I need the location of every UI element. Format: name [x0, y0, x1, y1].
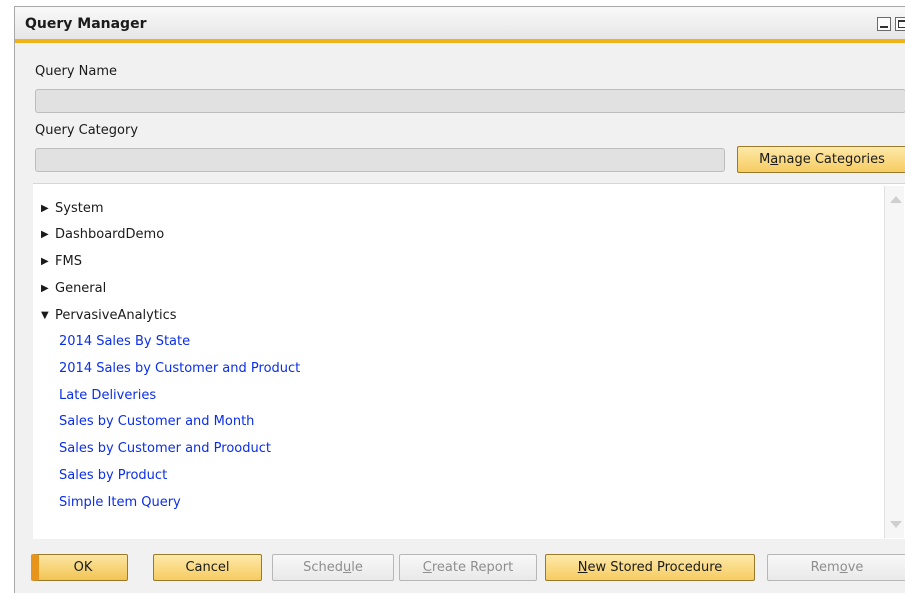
- vertical-scrollbar[interactable]: [884, 186, 904, 538]
- btn-text-key: u: [343, 560, 352, 575]
- minimize-icon[interactable]: [877, 17, 891, 31]
- schedule-button[interactable]: Sched u le: [272, 554, 394, 581]
- query-manager-window: Query Manager Query Name Query Category …: [14, 6, 905, 593]
- manage-categories-button[interactable]: Ma nage Categories: [737, 146, 905, 173]
- query-name-label: Query Name: [35, 64, 117, 79]
- collapsed-arrow-icon[interactable]: ▶: [41, 229, 55, 240]
- tree-category-label: General: [55, 280, 107, 296]
- new-stored-procedure-button[interactable]: New Stored Procedure: [545, 554, 755, 581]
- tree-category-label: DashboardDemo: [55, 227, 165, 243]
- tree-category-system[interactable]: ▶ System: [41, 198, 103, 218]
- tree-query-item[interactable]: 2014 Sales by Customer and Product: [59, 359, 300, 379]
- query-category-label: Query Category: [35, 123, 139, 138]
- cancel-button[interactable]: Cancel: [153, 554, 262, 581]
- window-title: Query Manager: [25, 16, 147, 32]
- tree-category-fms[interactable]: ▶ FMS: [41, 252, 82, 272]
- scroll-down-icon[interactable]: [890, 521, 902, 528]
- tree-query-item[interactable]: Sales by Product: [59, 466, 167, 486]
- ok-button[interactable]: OK: [31, 554, 128, 581]
- query-tree: ▶ System ▶ DashboardDemo ▶ FMS ▶ General ▼ Pervas…: [33, 183, 905, 539]
- tree-query-item[interactable]: Sales by Customer and Month: [59, 412, 254, 432]
- tree-category-pervasiveanalytics[interactable]: ▼ PervasiveAnalytics: [41, 305, 177, 325]
- expanded-arrow-icon[interactable]: ▼: [41, 310, 55, 321]
- title-bar[interactable]: Query Manager: [15, 7, 905, 43]
- btn-text-post: ve: [847, 560, 864, 575]
- maximize-icon[interactable]: [895, 17, 905, 31]
- btn-text-key: o: [839, 560, 848, 575]
- remove-button[interactable]: Rem o ve: [767, 554, 905, 581]
- btn-text-key: C: [422, 560, 432, 575]
- collapsed-arrow-icon[interactable]: ▶: [41, 283, 55, 294]
- tree-category-label: PervasiveAnalytics: [55, 307, 177, 323]
- create-report-button[interactable]: Create Report: [399, 554, 537, 581]
- btn-text-pre: M: [759, 152, 771, 167]
- tree-query-item[interactable]: Late Deliveries: [59, 386, 156, 406]
- query-name-field[interactable]: [35, 89, 905, 113]
- btn-text-pre: Rem: [810, 560, 840, 575]
- collapsed-arrow-icon[interactable]: ▶: [41, 256, 55, 267]
- btn-text-post: nage Categories: [778, 152, 885, 167]
- tree-category-dashboarddemo[interactable]: ▶ DashboardDemo: [41, 225, 164, 245]
- tree-category-label: System: [55, 200, 104, 216]
- tree-query-item[interactable]: Simple Item Query: [59, 493, 181, 513]
- query-category-field[interactable]: [35, 148, 725, 172]
- btn-text-key: a: [770, 152, 779, 167]
- tree-query-item[interactable]: Sales by Customer and Prooduct: [59, 439, 271, 459]
- tree-category-general[interactable]: ▶ General: [41, 278, 106, 298]
- scroll-up-icon[interactable]: [890, 196, 902, 203]
- tree-category-label: FMS: [55, 254, 82, 270]
- collapsed-arrow-icon[interactable]: ▶: [41, 203, 55, 214]
- btn-text-post: ew Stored Procedure: [587, 560, 723, 575]
- btn-text-post: reate Report: [431, 560, 514, 575]
- btn-text-post: le: [351, 560, 363, 575]
- tree-query-item[interactable]: 2014 Sales By State: [59, 332, 190, 352]
- btn-text-key: N: [577, 560, 588, 575]
- btn-text-pre: Sched: [303, 560, 343, 575]
